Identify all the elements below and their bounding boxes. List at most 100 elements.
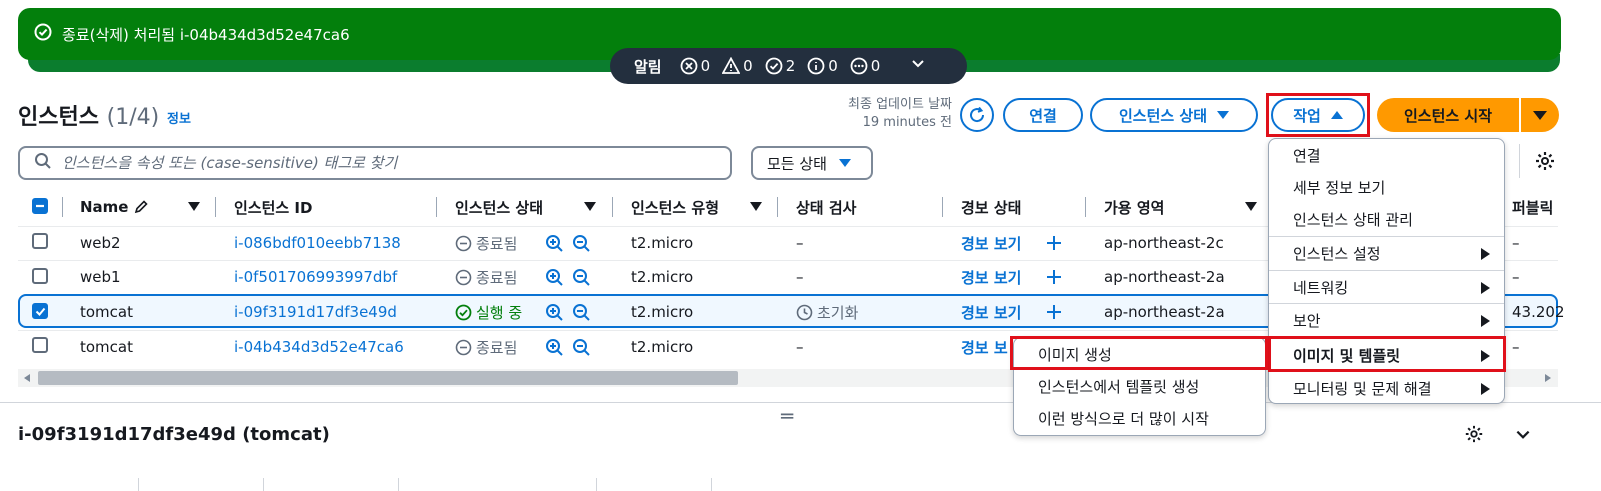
column-header-alarm-status[interactable]: 경보 상태: [961, 195, 1021, 219]
menu-item-create-template[interactable]: 인스턴스에서 템플릿 생성: [1014, 370, 1265, 402]
zoom-out-icon[interactable]: [572, 338, 591, 357]
search-input[interactable]: [62, 154, 702, 172]
instance-id-link[interactable]: i-086bdf010eebb7138: [234, 226, 401, 260]
menu-item-launch-more-like-this[interactable]: 이런 방식으로 더 많이 시작: [1014, 402, 1265, 434]
submenu-arrow-icon: [1481, 315, 1490, 327]
scroll-right-icon[interactable]: [1545, 374, 1551, 382]
info-count[interactable]: 0: [807, 57, 838, 75]
sort-icon[interactable]: [1245, 202, 1257, 211]
row-checkbox[interactable]: [32, 337, 48, 353]
public-ip: –: [1512, 338, 1520, 356]
instance-name: web1: [80, 268, 121, 286]
state-filter-select[interactable]: 모든 상태: [751, 146, 873, 180]
instance-state-button[interactable]: 인스턴스 상태: [1090, 98, 1258, 132]
select-all-checkbox[interactable]: [32, 198, 48, 214]
error-count[interactable]: 0: [680, 57, 710, 75]
pending-count[interactable]: 0: [850, 57, 880, 75]
submenu-arrow-icon: [1481, 383, 1490, 395]
menu-item-security[interactable]: 보안: [1269, 304, 1504, 336]
instance-type: t2.micro: [631, 338, 694, 356]
tab-divider: [711, 478, 712, 491]
column-header-availability-zone[interactable]: 가용 영역: [1104, 195, 1164, 219]
search-box[interactable]: [18, 146, 732, 180]
menu-item-monitoring[interactable]: 모니터링 및 문제 해결: [1269, 372, 1504, 404]
availability-zone: ap-northeast-2a: [1104, 303, 1225, 321]
view-alarms-link[interactable]: 경보 보기: [961, 226, 1021, 260]
column-separator: [1085, 197, 1086, 217]
stopped-icon: [455, 269, 472, 285]
add-alarm-icon[interactable]: [1046, 226, 1062, 260]
view-alarms-link[interactable]: 경보 보기: [961, 260, 1021, 294]
column-header-instance-type[interactable]: 인스턴스 유형: [631, 195, 719, 219]
connect-button[interactable]: 연결: [1003, 98, 1083, 132]
submenu-arrow-icon: [1481, 248, 1490, 260]
sort-icon[interactable]: [750, 202, 762, 211]
row-checkbox[interactable]: [32, 233, 48, 249]
status-check: –: [796, 268, 804, 286]
add-alarm-icon[interactable]: [1046, 295, 1062, 329]
instance-id-link[interactable]: i-0f501706993997dbf: [234, 260, 397, 294]
highlight-box-create-image: [1010, 336, 1268, 370]
zoom-out-icon[interactable]: [572, 234, 591, 253]
notification-bar[interactable]: 알림 0 0 2 0 0: [610, 48, 967, 84]
column-header-instance-state[interactable]: 인스턴스 상태: [455, 195, 543, 219]
error-icon: [680, 57, 698, 75]
sort-icon[interactable]: [188, 202, 200, 211]
zoom-in-icon[interactable]: [545, 234, 564, 253]
zoom-controls: [545, 295, 591, 329]
menu-item-instance-settings[interactable]: 인스턴스 설정: [1269, 237, 1504, 269]
row-checkbox[interactable]: [32, 268, 48, 284]
availability-zone: ap-northeast-2a: [1104, 268, 1225, 286]
resize-handle-icon[interactable]: ═: [781, 404, 793, 428]
divider: [1519, 144, 1520, 178]
highlight-box-actions: [1266, 93, 1370, 137]
gear-icon[interactable]: [1534, 150, 1556, 172]
view-alarms-link[interactable]: 경보 보: [961, 330, 1008, 364]
column-header-public[interactable]: 퍼블릭: [1512, 195, 1553, 219]
menu-item-manage-state[interactable]: 인스턴스 상태 관리: [1269, 203, 1504, 235]
sort-icon[interactable]: [584, 202, 596, 211]
row-checkbox[interactable]: [32, 303, 48, 319]
zoom-out-icon[interactable]: [572, 268, 591, 287]
zoom-controls: [545, 226, 591, 260]
instance-type: t2.micro: [631, 234, 694, 252]
gear-icon[interactable]: [1464, 424, 1484, 448]
status-check: –: [796, 234, 804, 252]
zoom-in-icon[interactable]: [545, 303, 564, 322]
caret-down-icon: [1533, 110, 1547, 120]
launch-instances-button[interactable]: 인스턴스 시작: [1377, 98, 1519, 132]
chevron-down-icon[interactable]: [1514, 426, 1532, 448]
scroll-left-icon[interactable]: [24, 374, 30, 382]
instance-type: t2.micro: [631, 268, 694, 286]
zoom-out-icon[interactable]: [572, 303, 591, 322]
launch-dropdown-button[interactable]: [1521, 98, 1559, 132]
refresh-button[interactable]: [960, 98, 994, 132]
zoom-in-icon[interactable]: [545, 268, 564, 287]
close-icon[interactable]: [1559, 16, 1579, 36]
view-alarms-link[interactable]: 경보 보기: [961, 295, 1021, 329]
tab-divider: [138, 478, 139, 491]
column-header-status-check[interactable]: 상태 검사: [796, 195, 856, 219]
column-separator: [215, 197, 216, 217]
info-link[interactable]: 정보: [167, 108, 191, 127]
menu-item-connect[interactable]: 연결: [1269, 139, 1504, 171]
tab-divider: [398, 478, 399, 491]
column-header-name[interactable]: Name: [80, 195, 149, 219]
menu-item-view-details[interactable]: 세부 정보 보기: [1269, 171, 1504, 203]
instance-id-link[interactable]: i-09f3191d17df3e49d: [234, 295, 397, 329]
public-ip: –: [1512, 268, 1520, 286]
instance-id-link[interactable]: i-04b434d3d52e47ca6: [234, 330, 404, 364]
success-count[interactable]: 2: [765, 57, 795, 75]
column-header-instance-id[interactable]: 인스턴스 ID: [234, 195, 312, 219]
success-icon: [765, 57, 783, 75]
column-separator: [942, 197, 943, 217]
scrollbar-thumb[interactable]: [38, 371, 738, 385]
add-alarm-icon[interactable]: [1046, 260, 1062, 294]
warning-count[interactable]: 0: [722, 57, 753, 75]
menu-item-networking[interactable]: 네트워킹: [1269, 271, 1504, 303]
public-ip: 43.202: [1512, 303, 1565, 321]
zoom-in-icon[interactable]: [545, 338, 564, 357]
flash-message: 종료(삭제) 처리됨 i-04b434d3d52e47ca6: [62, 25, 350, 44]
instance-type: t2.micro: [631, 303, 694, 321]
chevron-down-icon[interactable]: [910, 56, 926, 76]
